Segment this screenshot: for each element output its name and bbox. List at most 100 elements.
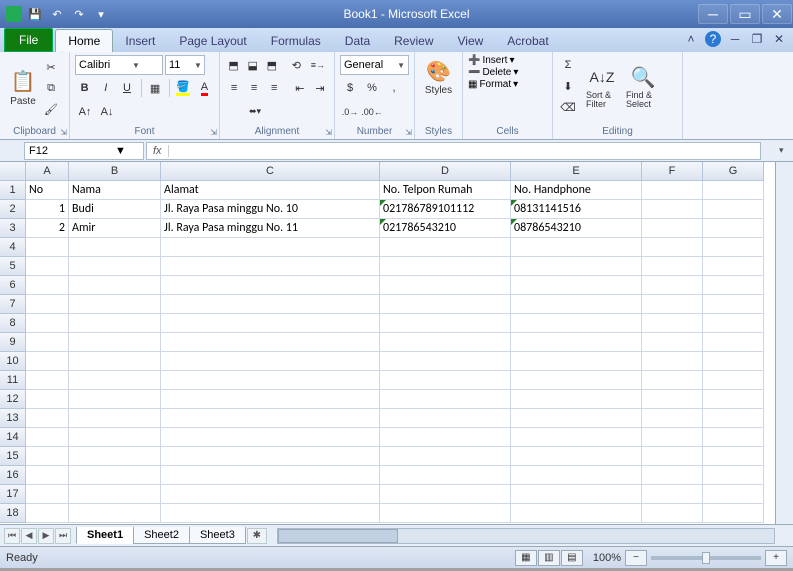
cell-A17[interactable] — [26, 485, 69, 504]
cell-E18[interactable] — [511, 504, 642, 523]
sort-filter-button[interactable]: A↓Z Sort & Filter — [582, 55, 622, 117]
save-icon[interactable]: 💾 — [26, 5, 44, 23]
cell-C14[interactable] — [161, 428, 380, 447]
cell-C2[interactable]: Jl. Raya Pasa minggu No. 10 — [161, 200, 380, 219]
clipboard-launcher-icon[interactable]: ⇲ — [60, 128, 67, 137]
align-bottom-icon[interactable]: ⬒ — [263, 55, 280, 75]
align-middle-icon[interactable]: ⬓ — [244, 55, 261, 75]
insert-tab[interactable]: Insert — [113, 30, 167, 52]
decrease-decimal-icon[interactable]: .00← — [362, 102, 382, 122]
workbook-minimize-icon[interactable]: ─ — [727, 31, 743, 47]
cell-E2[interactable]: 08131141516 — [511, 200, 642, 219]
cell-F2[interactable] — [642, 200, 703, 219]
zoom-in-icon[interactable]: + — [765, 550, 787, 566]
cell-F12[interactable] — [642, 390, 703, 409]
cell-B7[interactable] — [69, 295, 161, 314]
decrease-indent-icon[interactable]: ⇤ — [291, 78, 309, 98]
cell-F11[interactable] — [642, 371, 703, 390]
cell-B10[interactable] — [69, 352, 161, 371]
home-tab[interactable]: Home — [55, 29, 113, 52]
increase-indent-icon[interactable]: ⇥ — [311, 78, 329, 98]
comma-button[interactable]: , — [384, 78, 404, 98]
fill-icon[interactable]: ⬇ — [558, 76, 578, 96]
currency-button[interactable]: $ — [340, 78, 360, 98]
cell-D6[interactable] — [380, 276, 511, 295]
cell-F5[interactable] — [642, 257, 703, 276]
orientation-icon[interactable]: ⟲ — [288, 55, 305, 75]
align-top-icon[interactable]: ⬒ — [225, 55, 242, 75]
name-box-input[interactable] — [25, 145, 115, 157]
undo-icon[interactable]: ↶ — [48, 5, 66, 23]
row-header-5[interactable]: 5 — [0, 257, 26, 276]
delete-cells-button[interactable]: ➖Delete ▾ — [468, 67, 547, 78]
row-header-3[interactable]: 3 — [0, 219, 26, 238]
cell-B6[interactable] — [69, 276, 161, 295]
cell-G4[interactable] — [703, 238, 764, 257]
cell-G7[interactable] — [703, 295, 764, 314]
review-tab[interactable]: Review — [382, 30, 445, 52]
font-name-input[interactable] — [79, 59, 129, 71]
sheet-nav-last-icon[interactable]: ⏭ — [55, 528, 71, 544]
column-header-C[interactable]: C — [161, 162, 380, 181]
sheet-tab-2[interactable]: Sheet2 — [133, 527, 190, 544]
cell-C6[interactable] — [161, 276, 380, 295]
cell-F14[interactable] — [642, 428, 703, 447]
align-center-icon[interactable]: ≡ — [245, 78, 263, 98]
sheet-nav-first-icon[interactable]: ⏮ — [4, 528, 20, 544]
cell-C13[interactable] — [161, 409, 380, 428]
bold-button[interactable]: B — [75, 78, 94, 98]
cell-E10[interactable] — [511, 352, 642, 371]
row-header-8[interactable]: 8 — [0, 314, 26, 333]
cell-C10[interactable] — [161, 352, 380, 371]
cell-C4[interactable] — [161, 238, 380, 257]
cell-D11[interactable] — [380, 371, 511, 390]
formulas-tab[interactable]: Formulas — [259, 30, 333, 52]
cell-B3[interactable]: Amir — [69, 219, 161, 238]
maximize-button[interactable]: ▭ — [730, 4, 760, 24]
cell-F7[interactable] — [642, 295, 703, 314]
cell-G16[interactable] — [703, 466, 764, 485]
cell-G9[interactable] — [703, 333, 764, 352]
column-header-F[interactable]: F — [642, 162, 703, 181]
cell-D16[interactable] — [380, 466, 511, 485]
row-header-2[interactable]: 2 — [0, 200, 26, 219]
cell-D7[interactable] — [380, 295, 511, 314]
font-size-combo[interactable]: ▼ — [165, 55, 205, 75]
cell-A13[interactable] — [26, 409, 69, 428]
cell-E16[interactable] — [511, 466, 642, 485]
cell-D17[interactable] — [380, 485, 511, 504]
cell-G17[interactable] — [703, 485, 764, 504]
normal-view-icon[interactable]: ▦ — [515, 550, 537, 566]
increase-decimal-icon[interactable]: .0→ — [340, 102, 360, 122]
row-header-17[interactable]: 17 — [0, 485, 26, 504]
cell-A15[interactable] — [26, 447, 69, 466]
cell-E4[interactable] — [511, 238, 642, 257]
cell-B4[interactable] — [69, 238, 161, 257]
cell-F13[interactable] — [642, 409, 703, 428]
cell-F17[interactable] — [642, 485, 703, 504]
cell-G18[interactable] — [703, 504, 764, 523]
autosum-icon[interactable]: Σ — [558, 55, 578, 75]
cell-D14[interactable] — [380, 428, 511, 447]
cell-C18[interactable] — [161, 504, 380, 523]
acrobat-tab[interactable]: Acrobat — [495, 30, 560, 52]
merge-center-button[interactable]: ⬌▾ — [225, 102, 285, 122]
cell-F18[interactable] — [642, 504, 703, 523]
page-break-view-icon[interactable]: ▤ — [561, 550, 583, 566]
font-color-button[interactable]: A — [195, 78, 214, 98]
cell-F8[interactable] — [642, 314, 703, 333]
cell-F4[interactable] — [642, 238, 703, 257]
data-tab[interactable]: Data — [333, 30, 382, 52]
grow-font-icon[interactable]: A↑ — [75, 102, 95, 122]
cell-D9[interactable] — [380, 333, 511, 352]
alignment-launcher-icon[interactable]: ⇲ — [325, 128, 332, 137]
cell-C5[interactable] — [161, 257, 380, 276]
help-icon[interactable]: ? — [705, 31, 721, 47]
cell-F15[interactable] — [642, 447, 703, 466]
cell-D2[interactable]: 021786789101112 — [380, 200, 511, 219]
cell-B13[interactable] — [69, 409, 161, 428]
row-header-18[interactable]: 18 — [0, 504, 26, 523]
formula-input[interactable] — [169, 145, 760, 157]
cell-D15[interactable] — [380, 447, 511, 466]
insert-cells-button[interactable]: ➕Insert ▾ — [468, 55, 547, 66]
